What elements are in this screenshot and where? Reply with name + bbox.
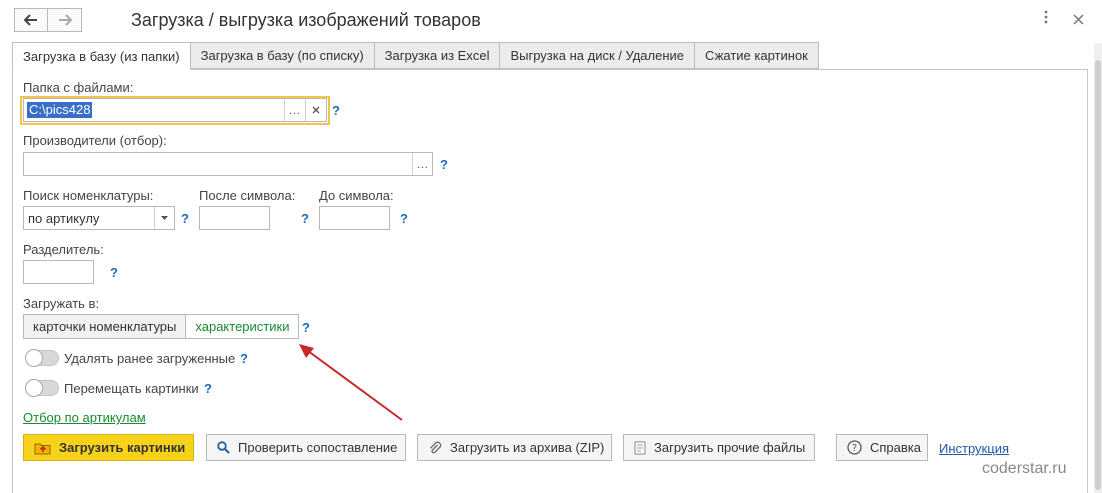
filter-by-article-link[interactable]: Отбор по артикулам: [23, 410, 146, 425]
load-zip-label: Загрузить из архива (ZIP): [450, 440, 605, 455]
tab-load-by-list[interactable]: Загрузка в базу (по списку): [190, 42, 375, 69]
check-mapping-button[interactable]: Проверить сопоставление: [206, 434, 406, 461]
move-pictures-toggle[interactable]: [25, 379, 59, 397]
folder-upload-icon: [34, 443, 51, 454]
search-help-icon[interactable]: ?: [181, 211, 189, 226]
move-pictures-label: Перемещать картинки: [64, 381, 199, 396]
separator-label: Разделитель:: [23, 242, 104, 257]
page-title: Загрузка / выгрузка изображений товаров: [131, 10, 481, 30]
search-value: по артикулу: [28, 211, 100, 226]
search-label: Поиск номенклатуры:: [23, 188, 154, 203]
instruction-link[interactable]: Инструкция: [939, 441, 1009, 456]
manufacturers-select-button[interactable]: …: [412, 153, 432, 175]
folder-clear-button[interactable]: [305, 99, 325, 121]
folder-value: C:\pics428: [27, 102, 93, 118]
load-to-option-characteristics[interactable]: характеристики: [186, 314, 300, 339]
folder-help-icon[interactable]: ?: [332, 103, 340, 118]
history-nav: [14, 8, 82, 32]
close-icon[interactable]: [1073, 12, 1084, 28]
svg-text:?: ?: [852, 443, 857, 454]
after-symbol-help-icon[interactable]: ?: [301, 211, 309, 226]
load-zip-button[interactable]: Загрузить из архива (ZIP): [417, 434, 612, 461]
search-icon: [217, 441, 230, 454]
check-mapping-label: Проверить сопоставление: [238, 440, 398, 455]
watermark: coderstar.ru: [982, 460, 1067, 477]
to-symbol-label: До символа:: [319, 188, 394, 203]
manufacturers-label: Производители (отбор):: [23, 133, 167, 148]
separator-help-icon[interactable]: ?: [110, 265, 118, 280]
search-select[interactable]: по артикулу: [23, 206, 175, 230]
load-to-help-icon[interactable]: ?: [302, 320, 310, 335]
delete-previous-toggle[interactable]: [25, 349, 59, 367]
tab-load-from-folder[interactable]: Загрузка в базу (из папки): [12, 42, 191, 70]
load-other-files-label: Загрузить прочие файлы: [654, 440, 806, 455]
move-pictures-help-icon[interactable]: ?: [204, 381, 212, 396]
to-symbol-help-icon[interactable]: ?: [400, 211, 408, 226]
tab-panel: [12, 69, 1088, 493]
help-button[interactable]: ? Справка: [836, 434, 928, 461]
arrow-left-icon: [24, 14, 37, 26]
load-pictures-button[interactable]: Загрузить картинки: [23, 434, 194, 461]
delete-previous-help-icon[interactable]: ?: [240, 351, 248, 366]
manufacturers-help-icon[interactable]: ?: [440, 157, 448, 172]
chevron-down-icon: [161, 216, 168, 220]
to-symbol-input[interactable]: [319, 206, 390, 230]
load-other-files-button[interactable]: Загрузить прочие файлы: [623, 434, 815, 461]
forward-button[interactable]: [48, 8, 82, 32]
separator-input[interactable]: [23, 260, 94, 284]
question-circle-icon: ?: [847, 440, 862, 455]
arrow-right-icon: [58, 14, 72, 26]
document-icon: [634, 441, 646, 454]
load-to-option-cards[interactable]: карточки номенклатуры: [23, 314, 187, 339]
folder-select-button[interactable]: …: [284, 99, 304, 121]
load-to-label: Загружать в:: [23, 296, 100, 311]
more-vertical-icon[interactable]: [1044, 10, 1048, 27]
folder-label: Папка с файлами:: [23, 80, 134, 95]
load-to-switch: карточки номенклатуры характеристики: [23, 314, 300, 339]
after-symbol-input[interactable]: [199, 206, 270, 230]
back-button[interactable]: [14, 8, 48, 32]
help-label: Справка: [870, 440, 921, 455]
load-pictures-label: Загрузить картинки: [59, 440, 186, 455]
manufacturers-input[interactable]: …: [23, 152, 433, 176]
clear-icon: [312, 106, 319, 114]
folder-input[interactable]: C:\pics428 …: [23, 98, 327, 122]
tab-compress-pictures[interactable]: Сжатие картинок: [695, 42, 819, 69]
delete-previous-label: Удалять ранее загруженные: [64, 351, 236, 366]
annotation-arrow: [299, 344, 403, 421]
tab-load-from-excel[interactable]: Загрузка из Excel: [374, 42, 501, 69]
after-symbol-label: После символа:: [199, 188, 296, 203]
paperclip-icon: [430, 441, 442, 453]
tab-export-delete[interactable]: Выгрузка на диск / Удаление: [500, 42, 696, 69]
search-dropdown-button[interactable]: [154, 207, 174, 229]
tab-bar: Загрузка в базу (из папки) Загрузка в ба…: [12, 42, 819, 70]
scrollbar-thumb[interactable]: [1095, 60, 1101, 490]
